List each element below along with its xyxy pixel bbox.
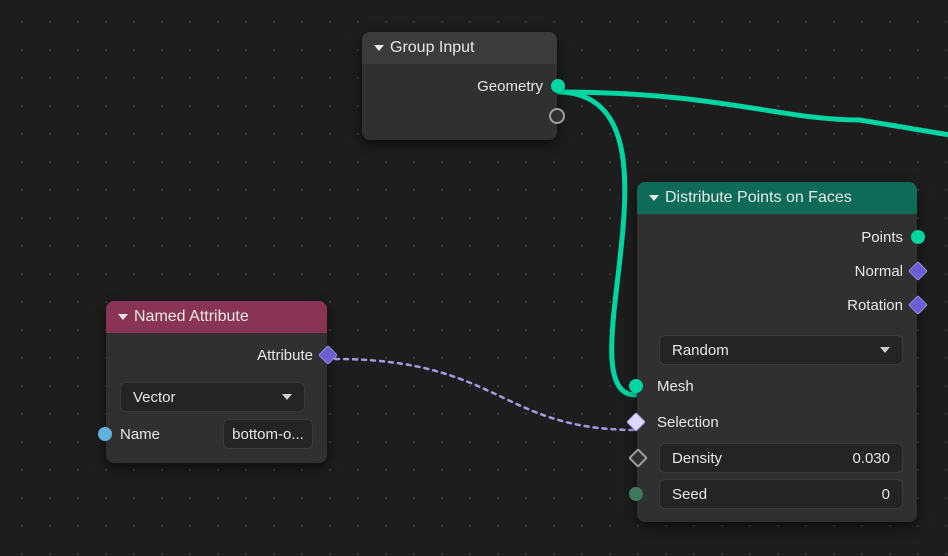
socket-seed-in[interactable] — [629, 487, 643, 501]
chevron-down-icon — [649, 195, 659, 201]
name-label: Name — [120, 426, 160, 443]
name-field[interactable]: bottom-o... — [223, 419, 313, 449]
node-title: Group Input — [390, 39, 475, 57]
socket-empty-out[interactable] — [549, 108, 565, 124]
output-label-geometry: Geometry — [477, 78, 543, 95]
socket-rotation-out[interactable] — [908, 295, 928, 315]
socket-geometry-out[interactable] — [551, 79, 565, 93]
density-label: Density — [672, 450, 722, 467]
socket-density-in[interactable] — [628, 448, 648, 468]
output-label-normal: Normal — [855, 263, 903, 280]
input-label-selection: Selection — [657, 414, 719, 431]
socket-name-in[interactable] — [98, 427, 112, 441]
output-label-points: Points — [861, 229, 903, 246]
node-header[interactable]: Named Attribute — [106, 301, 327, 333]
node-named-attribute[interactable]: Named Attribute Attribute Vector Name bo… — [106, 301, 327, 463]
socket-points-out[interactable] — [911, 230, 925, 244]
density-value: 0.030 — [852, 450, 890, 467]
chevron-down-icon — [118, 314, 128, 320]
seed-field[interactable]: Seed 0 — [659, 479, 903, 509]
node-header[interactable]: Group Input — [362, 32, 557, 64]
chevron-down-icon — [374, 45, 384, 51]
socket-normal-out[interactable] — [908, 261, 928, 281]
socket-mesh-in[interactable] — [629, 379, 643, 393]
chevron-down-icon — [282, 394, 292, 400]
node-editor-canvas[interactable]: Group Input Geometry Named Attribute Att… — [0, 0, 948, 556]
input-label-mesh: Mesh — [657, 378, 694, 395]
density-field[interactable]: Density 0.030 — [659, 443, 903, 473]
node-title: Distribute Points on Faces — [665, 189, 852, 207]
mode-value: Random — [672, 342, 729, 359]
type-value: Vector — [133, 389, 176, 406]
type-dropdown[interactable]: Vector — [120, 382, 305, 412]
chevron-down-icon — [880, 347, 890, 353]
output-label-rotation: Rotation — [847, 297, 903, 314]
output-label-attribute: Attribute — [257, 347, 313, 364]
socket-attribute-out[interactable] — [318, 345, 338, 365]
node-title: Named Attribute — [134, 308, 249, 326]
name-value: bottom-o... — [232, 426, 304, 443]
node-group-input[interactable]: Group Input Geometry — [362, 32, 557, 140]
seed-label: Seed — [672, 486, 707, 503]
node-header[interactable]: Distribute Points on Faces — [637, 182, 917, 214]
socket-selection-in[interactable] — [626, 412, 646, 432]
node-distribute-points[interactable]: Distribute Points on Faces Points Normal… — [637, 182, 917, 522]
mode-dropdown[interactable]: Random — [659, 335, 903, 365]
seed-value: 0 — [882, 486, 890, 503]
